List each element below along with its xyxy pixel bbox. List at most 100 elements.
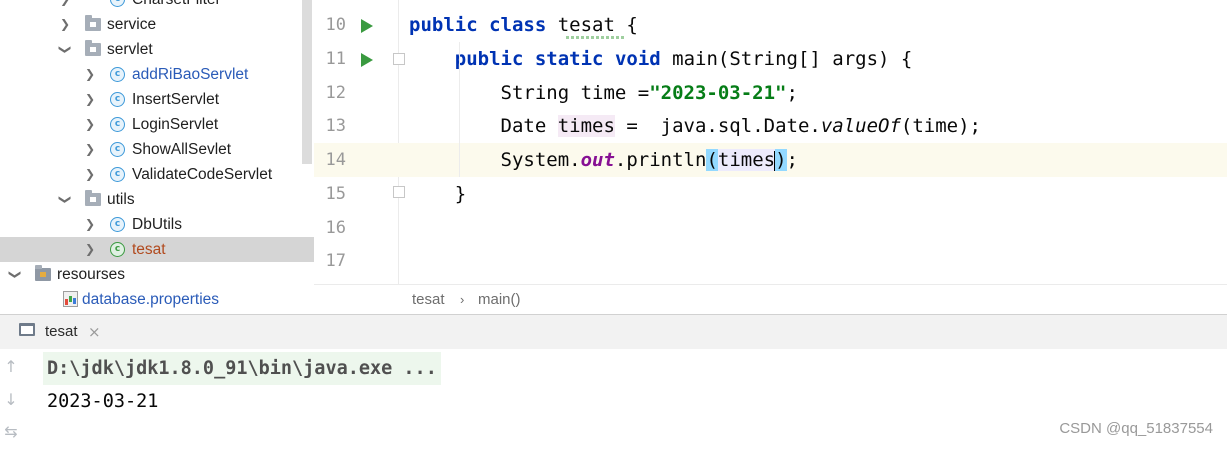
- chevron-right-icon[interactable]: ❯: [84, 162, 96, 187]
- class-icon: c: [110, 117, 125, 132]
- code-line-17[interactable]: 17: [314, 244, 1227, 278]
- project-tree-panel: ❯ c CharsetFilter ❯ service ❯ servlet ❯ …: [0, 0, 314, 314]
- tree-item-resourses[interactable]: ❯ resourses: [0, 262, 314, 287]
- run-icon[interactable]: [361, 53, 373, 67]
- tree-item-showallsevlet[interactable]: ❯ c ShowAllSevlet: [0, 137, 314, 162]
- chevron-right-icon[interactable]: ❯: [84, 237, 96, 262]
- tree-item-label: service: [107, 16, 157, 33]
- code-line-14[interactable]: 14 System.out.println(times);: [314, 143, 1227, 177]
- editor-breadcrumb: tesat › main(): [314, 284, 1227, 314]
- code-line-11[interactable]: 11 public static void main(String[] args…: [314, 42, 1227, 76]
- scrollbar-thumb[interactable]: [302, 0, 312, 164]
- code-line-13[interactable]: 13 Date times = java.sql.Date.valueOf(ti…: [314, 109, 1227, 143]
- code-text[interactable]: System.out.println(times);: [409, 143, 798, 177]
- code-line-15[interactable]: 15 }: [314, 177, 1227, 211]
- code-token-kw: class: [489, 14, 547, 36]
- code-token: String time =: [409, 82, 650, 104]
- scroll-up-icon[interactable]: ↑: [0, 357, 22, 376]
- tree-item-label: ValidateCodeServlet: [132, 166, 273, 183]
- code-token: }: [409, 183, 467, 205]
- tree-item-insertservlet[interactable]: ❯ c InsertServlet: [0, 87, 314, 112]
- tree-item-label: resourses: [57, 266, 126, 283]
- tree-item-dbutils[interactable]: ❯ c DbUtils: [0, 212, 314, 237]
- fold-end-icon[interactable]: [393, 186, 405, 198]
- code-line-16[interactable]: 16: [314, 211, 1227, 245]
- code-token-bh: ): [775, 149, 787, 171]
- code-line-12[interactable]: 12 String time ="2023-03-21";: [314, 76, 1227, 110]
- code-token-ih: times: [717, 149, 776, 171]
- run-icon[interactable]: [361, 19, 373, 33]
- code-token: ;: [786, 149, 798, 171]
- tree-item-loginservlet[interactable]: ❯ c LoginServlet: [0, 112, 314, 137]
- chevron-right-icon[interactable]: ❯: [84, 137, 96, 162]
- tree-scrollbar[interactable]: [301, 0, 314, 164]
- breadcrumb-separator: ›: [460, 292, 465, 307]
- chevron-right-icon[interactable]: ❯: [59, 12, 71, 37]
- tree-item-utils[interactable]: ❯ utils: [0, 187, 314, 212]
- run-console[interactable]: ↑ ↓ ⇆ D:\jdk\jdk1.8.0_91\bin\java.exe ..…: [0, 349, 1227, 450]
- package-folder-icon: [85, 190, 101, 206]
- warning-underline: [566, 36, 624, 39]
- line-number: 11: [325, 49, 346, 69]
- breadcrumb-item-method[interactable]: main(): [478, 285, 521, 315]
- line-number: 10: [325, 15, 346, 35]
- tree-item-servlet[interactable]: ❯ servlet: [0, 37, 314, 62]
- code-text[interactable]: public static void main(String[] args) {: [409, 42, 913, 76]
- chevron-down-icon[interactable]: ❯: [53, 44, 78, 56]
- code-token-static: out: [580, 149, 615, 171]
- run-tab-label[interactable]: tesat: [45, 315, 78, 349]
- tree-item-addribaoservlet[interactable]: ❯ c addRiBaoServlet: [0, 62, 314, 87]
- tree-item-label: tesat: [132, 241, 166, 258]
- tree-item-label: servlet: [107, 41, 153, 58]
- scroll-down-icon[interactable]: ↓: [0, 390, 22, 409]
- code-line-10[interactable]: 10 public class tesat {: [314, 8, 1227, 42]
- line-number: 12: [325, 83, 346, 103]
- code-token-kw: void: [614, 48, 661, 70]
- fold-icon[interactable]: [393, 53, 405, 65]
- tree-item-charsetfilter[interactable]: ❯ c CharsetFilter: [0, 0, 314, 12]
- class-icon: c: [110, 0, 125, 7]
- chevron-down-icon[interactable]: ❯: [3, 269, 28, 281]
- chevron-down-icon[interactable]: ❯: [53, 194, 78, 206]
- chevron-right-icon[interactable]: ❯: [84, 62, 96, 87]
- line-number: 15: [325, 184, 346, 204]
- resources-folder-icon: [35, 265, 51, 281]
- code-editor[interactable]: 10 public class tesat { 11 public static…: [314, 0, 1227, 284]
- tree-item-service[interactable]: ❯ service: [0, 12, 314, 37]
- tree-item-database-properties[interactable]: database.properties: [0, 287, 314, 312]
- tree-item-label: database.properties: [82, 291, 220, 308]
- tree-item-label: LoginServlet: [132, 116, 219, 133]
- code-token-kw: public: [409, 14, 478, 36]
- chevron-right-icon[interactable]: ❯: [59, 0, 71, 12]
- tree-item-label: CharsetFilter: [132, 0, 221, 12]
- line-number: 13: [325, 116, 346, 136]
- code-text[interactable]: }: [409, 177, 466, 211]
- console-icon: [19, 323, 35, 336]
- code-token: Date: [409, 115, 558, 137]
- code-token-it: valueOf: [820, 115, 901, 137]
- class-icon: c: [110, 217, 125, 232]
- chevron-right-icon[interactable]: ❯: [84, 87, 96, 112]
- close-icon[interactable]: ×: [88, 315, 101, 349]
- code-token: tesat {: [546, 14, 638, 36]
- tree-item-validatecodeservlet[interactable]: ❯ c ValidateCodeServlet: [0, 162, 314, 187]
- code-token: (time);: [900, 115, 981, 137]
- code-text[interactable]: String time ="2023-03-21";: [409, 76, 798, 110]
- console-output-line[interactable]: 2023-03-21: [43, 385, 162, 418]
- tree-item-label: ShowAllSevlet: [132, 141, 232, 158]
- console-command-line[interactable]: D:\jdk\jdk1.8.0_91\bin\java.exe ...: [43, 352, 441, 385]
- package-folder-icon: [85, 15, 101, 31]
- soft-wrap-icon[interactable]: ⇆: [0, 422, 22, 441]
- chevron-right-icon[interactable]: ❯: [84, 112, 96, 137]
- run-tool-header: tesat ×: [0, 315, 1227, 349]
- tree-item-label: addRiBaoServlet: [132, 66, 249, 83]
- chevron-right-icon[interactable]: ❯: [84, 212, 96, 237]
- code-text[interactable]: Date times = java.sql.Date.valueOf(time)…: [409, 109, 981, 143]
- breadcrumb-item-class[interactable]: tesat: [412, 285, 445, 315]
- tree-item-tesat[interactable]: ❯ c tesat: [0, 237, 314, 262]
- class-icon: c: [110, 67, 125, 82]
- code-token: = java.sql.Date.: [614, 115, 821, 137]
- class-icon: c: [110, 92, 125, 107]
